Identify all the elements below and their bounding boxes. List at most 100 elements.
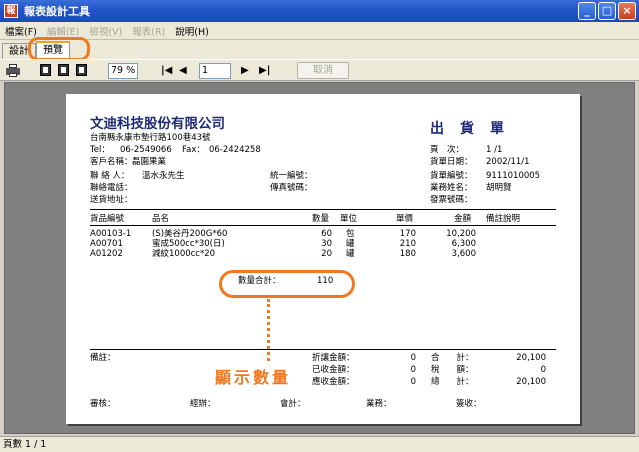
delivery-label: 送貨地址： [90,195,133,205]
page-label: 頁 次： [430,145,465,155]
customer-value: 磊園果業 [132,157,167,167]
item-amount: 6,300 [451,239,476,249]
qty-total-highlight [219,270,355,298]
tax-value: 0 [540,365,546,375]
menu-bar: 檔案(F) 編輯(E) 檢視(V) 報表(R) 說明(H) [0,22,639,40]
contact-label: 聯 絡 人： [90,171,130,181]
ship-no-label: 貨單編號： [430,171,473,181]
previous-page-button[interactable]: ◀ [179,65,187,76]
tab-bar: 設計 預覽 [0,40,639,59]
window-controls: _ □ × [578,2,636,20]
item-qty: 20 [321,249,332,259]
item-qty: 60 [321,229,332,239]
customer-label: 客戶名稱： [90,157,133,167]
close-button[interactable]: × [618,2,636,20]
column-qty: 數量 [312,214,330,224]
item-price: 170 [399,229,416,239]
sign-handler: 經辦： [190,399,216,409]
column-note: 備註說明 [486,214,521,224]
menu-report[interactable]: 報表(R) [127,24,170,38]
preview-toolbar: 79 % |◀ ◀ 1 ▶ ▶| 取消 [0,59,639,81]
cancel-button[interactable]: 取消 [297,62,349,79]
preview-tab-highlight [28,37,90,61]
item-code: A00103-1 [90,229,132,239]
last-page-button[interactable]: ▶| [259,65,270,76]
window-title: 報表設計工具 [24,5,90,18]
ship-date-value: 2002/11/1 [486,157,530,167]
header-divider [90,209,556,210]
item-amount: 10,200 [446,229,476,239]
column-code: 貨品編號 [90,214,125,224]
sign-accounting: 會計： [280,399,306,409]
fax2-label: 傳真號碼： [270,183,313,193]
total-label: 總 計： [431,377,474,387]
sales-value: 胡明賢 [486,183,512,193]
document-title: 出貨單 [430,121,520,137]
item-code: A00701 [90,239,123,249]
company-address: 台南縣永康市墊行路100巷43號 [90,133,211,143]
whole-page-icon[interactable] [76,64,87,76]
column-price: 單價 [396,214,414,224]
menu-help[interactable]: 說明(H) [170,24,214,38]
total-value: 20,100 [516,377,546,387]
page-value: 1 /1 [486,145,503,155]
remarks-label: 備註： [90,353,116,363]
receivable-value: 0 [410,377,416,387]
menu-edit[interactable]: 編輯(E) [42,24,84,38]
discount-value: 0 [410,353,416,363]
title-bar: 報 報表設計工具 _ □ × [0,0,639,22]
item-name: 減紋1000cc*20 [152,249,216,259]
receivable-label: 應收金額： [312,377,355,387]
page-number-input[interactable]: 1 [199,63,231,79]
sign-receiver: 簽收： [456,399,482,409]
item-name: (S)美谷丹200G*60 [152,229,228,239]
tel-value: 06-2549066 [120,145,172,155]
report-page: 文迪科技股份有限公司 台南縣永康市墊行路100巷43號 Tel： 06-2549… [66,94,580,424]
received-label: 已收金額： [312,365,355,375]
column-amount: 金額 [454,214,472,224]
sign-business: 業務： [366,399,392,409]
item-code: A01202 [90,249,123,259]
minimize-button[interactable]: _ [578,2,596,20]
preview-area[interactable]: 文迪科技股份有限公司 台南縣永康市墊行路100巷43號 Tel： 06-2549… [4,82,635,434]
status-bar: 頁數 1 / 1 [0,436,639,452]
received-value: 0 [410,365,416,375]
subtotal-value: 20,100 [516,353,546,363]
item-unit: 包 [346,229,355,239]
menu-view[interactable]: 檢視(V) [84,24,127,38]
fax-label: Fax： [182,145,205,155]
single-page-icon[interactable] [40,64,51,76]
app-icon: 報 [4,4,18,18]
menu-file[interactable]: 檔案(F) [0,24,42,38]
item-price: 210 [399,239,416,249]
maximize-button[interactable]: □ [598,2,616,20]
subtotal-label: 合 計： [431,353,474,363]
page-width-icon[interactable] [58,64,69,76]
printer-icon[interactable] [6,64,20,77]
column-unit: 單位 [340,214,358,224]
company-name: 文迪科技股份有限公司 [90,116,225,132]
next-page-button[interactable]: ▶ [241,65,249,76]
tax-label: 稅 額： [431,365,474,375]
callout-connector [267,299,270,361]
item-unit: 罐 [346,249,355,259]
column-divider [90,225,556,226]
zoom-select[interactable]: 79 % [108,63,138,79]
ship-date-label: 貨單日期： [430,157,473,167]
item-name: 蜜成500cc*30(日) [152,239,225,249]
phone-label: 聯絡電話： [90,183,133,193]
item-price: 180 [399,249,416,259]
ship-no-value: 9111010005 [486,171,541,181]
tax-id-label: 統一編號： [270,171,313,181]
invoice-label: 發票號碼： [430,195,473,205]
item-unit: 罐 [346,239,355,249]
annotation-text: 顯示數量 [215,368,292,387]
footer-divider [90,349,556,350]
fax-value: 06-2424258 [209,145,261,155]
sales-label: 業務姓名： [430,183,473,193]
tel-label: Tel： [90,145,110,155]
item-qty: 30 [321,239,332,249]
sign-review: 審核： [90,399,116,409]
first-page-button[interactable]: |◀ [161,65,172,76]
discount-label: 折讓金額： [312,353,355,363]
